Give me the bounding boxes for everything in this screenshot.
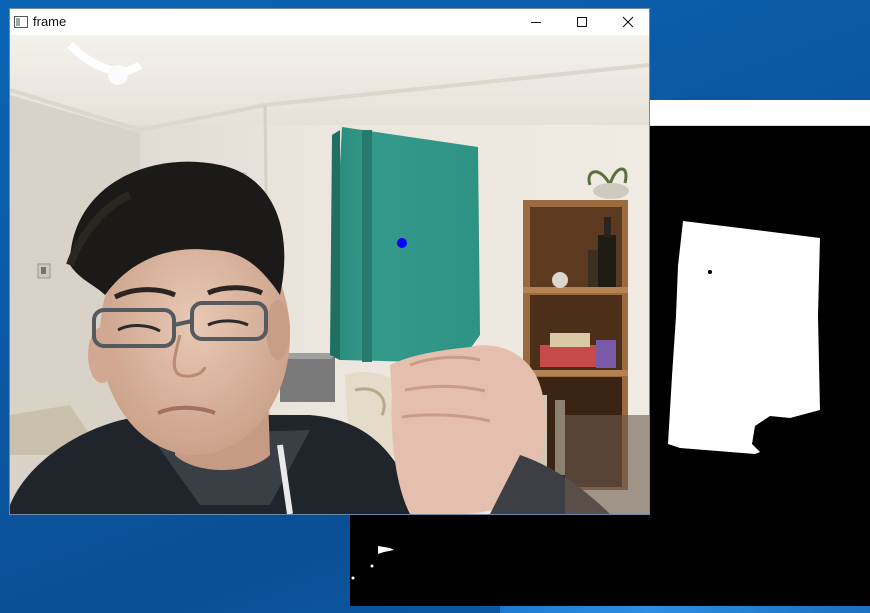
frame-titlebar[interactable]: frame — [10, 9, 649, 35]
frame-window[interactable]: frame — [9, 8, 650, 515]
close-icon — [622, 16, 634, 28]
minimize-icon — [531, 22, 541, 23]
app-icon — [14, 15, 28, 28]
minimize-button[interactable] — [513, 9, 559, 35]
maximize-icon — [577, 17, 587, 27]
webcam-image — [10, 35, 649, 514]
maximize-button[interactable] — [559, 9, 605, 35]
tracked-centroid-dot — [397, 238, 407, 248]
close-button[interactable] — [605, 9, 651, 35]
camera-frame — [10, 35, 649, 514]
window-title: frame — [33, 14, 67, 29]
